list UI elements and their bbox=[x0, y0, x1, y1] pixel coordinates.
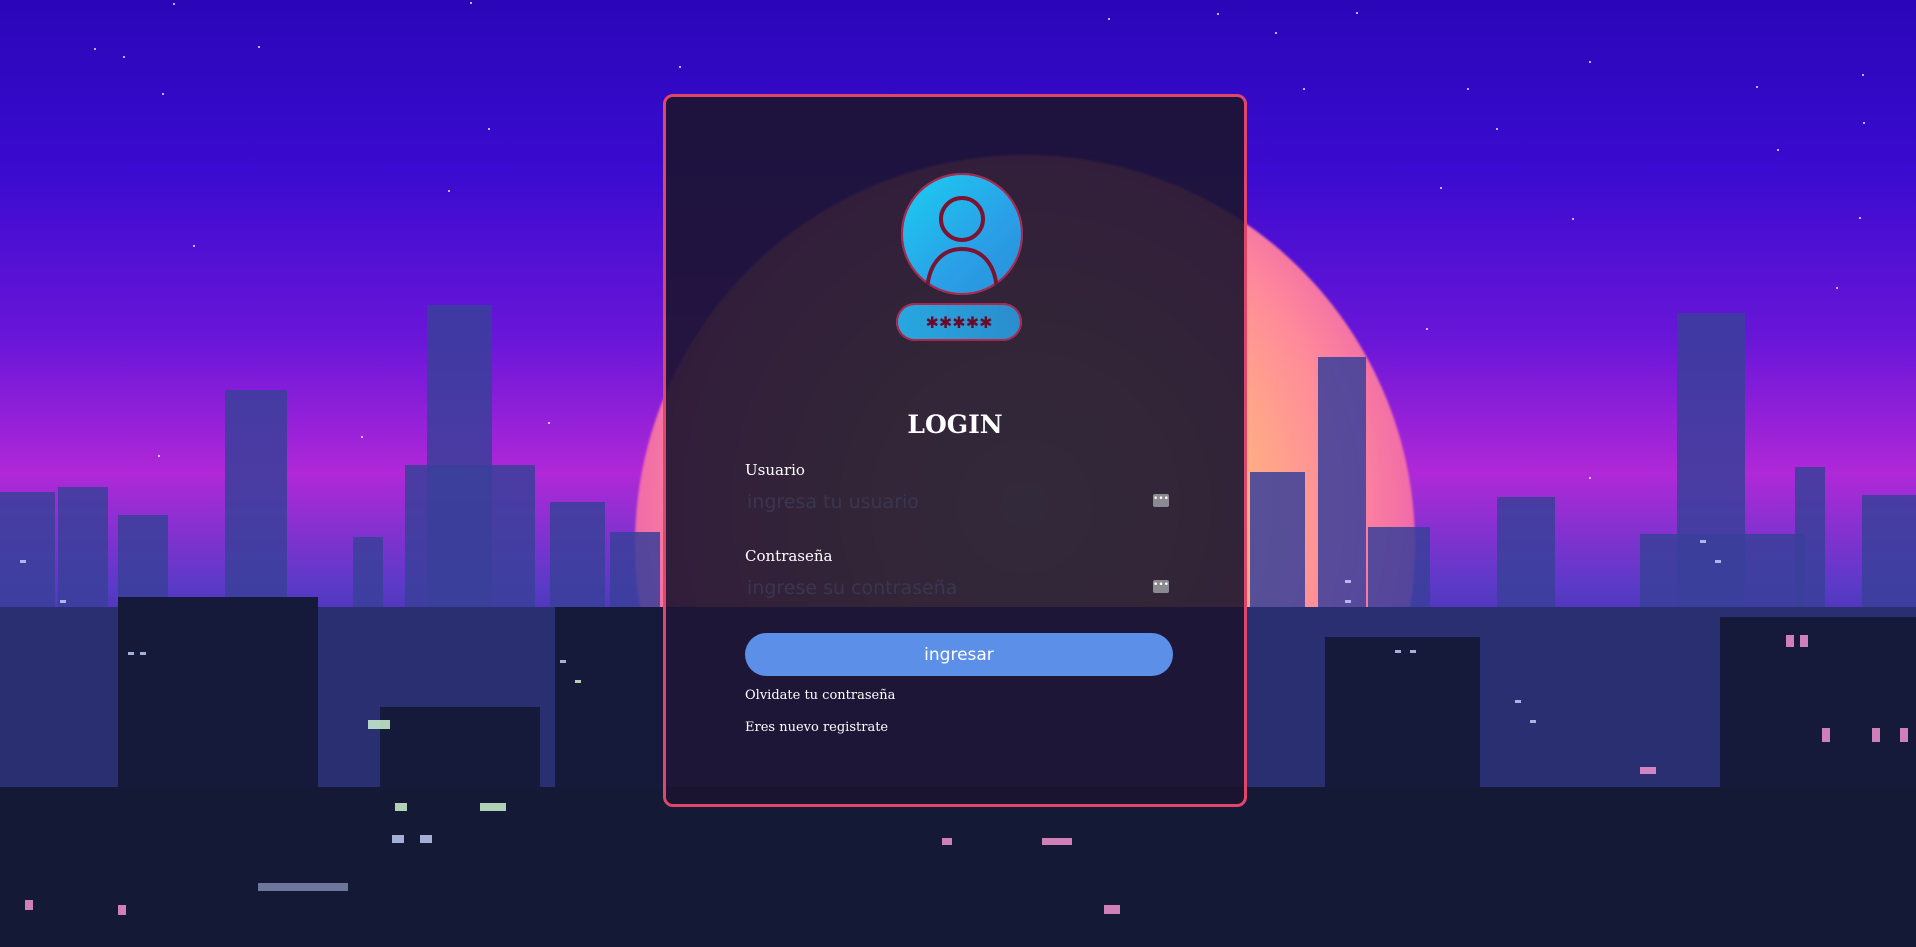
register-link[interactable]: Eres nuevo registrate bbox=[745, 720, 888, 735]
login-card: ✱✱✱✱✱ LOGIN Usuario ••• Contraseña ••• i… bbox=[663, 94, 1247, 807]
password-mask-text: ✱✱✱✱✱ bbox=[925, 312, 993, 332]
user-avatar-icon bbox=[901, 173, 1023, 295]
username-label: Usuario bbox=[745, 461, 805, 479]
password-mask-icon: ✱✱✱✱✱ bbox=[896, 303, 1022, 341]
password-label: Contraseña bbox=[745, 547, 833, 565]
forgot-password-link[interactable]: Olvidate tu contraseña bbox=[745, 688, 895, 703]
password-input[interactable] bbox=[745, 572, 1149, 604]
login-illustration: ✱✱✱✱✱ bbox=[896, 173, 1026, 343]
autofill-key-icon[interactable]: ••• bbox=[1153, 580, 1169, 593]
password-field-wrapper: ••• bbox=[745, 572, 1169, 606]
autofill-key-icon[interactable]: ••• bbox=[1153, 494, 1169, 507]
page-title: LOGIN bbox=[907, 410, 1003, 439]
username-input[interactable] bbox=[745, 486, 1149, 518]
username-field-wrapper: ••• bbox=[745, 486, 1169, 520]
login-submit-button[interactable]: ingresar bbox=[745, 633, 1173, 676]
